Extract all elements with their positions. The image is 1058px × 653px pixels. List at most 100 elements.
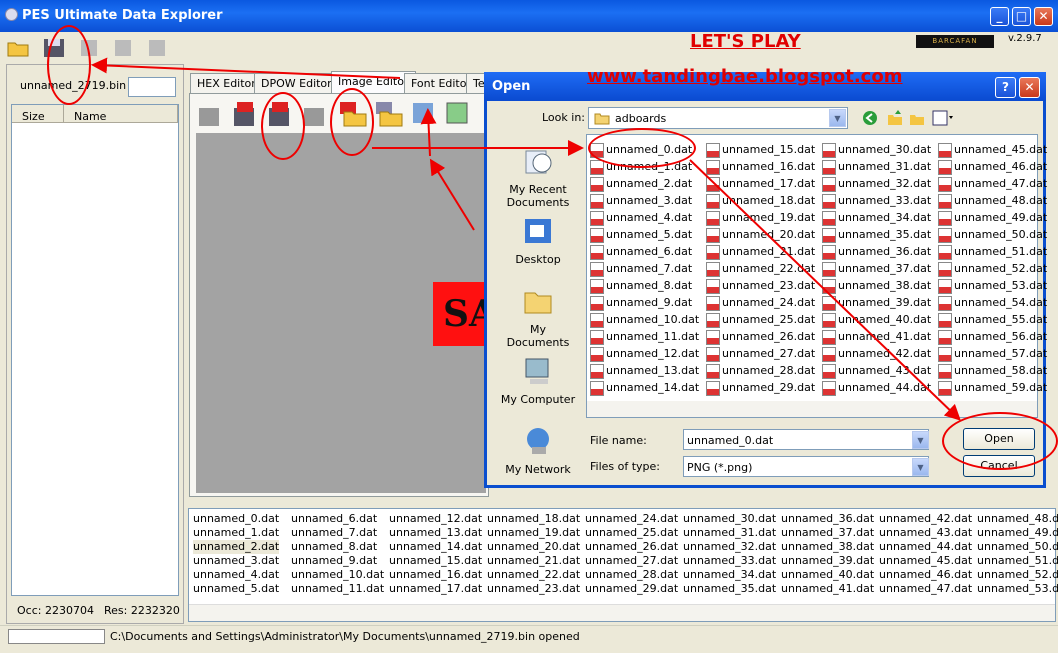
file-item[interactable]: unnamed_50.dat <box>937 226 1047 243</box>
file-item[interactable]: unnamed_16.dat <box>705 158 815 175</box>
list-item[interactable]: unnamed_10.dat <box>291 568 384 582</box>
list-item[interactable]: unnamed_19.dat <box>487 526 580 540</box>
file-item[interactable]: unnamed_44.dat <box>821 379 931 396</box>
list-item[interactable]: unnamed_8.dat <box>291 540 384 554</box>
file-item[interactable]: unnamed_18.dat <box>705 192 815 209</box>
import-icon[interactable] <box>112 37 136 59</box>
file-item[interactable]: unnamed_34.dat <box>821 209 931 226</box>
minimize-button[interactable]: _ <box>990 7 1009 26</box>
chevron-down-icon[interactable]: ▼ <box>912 431 929 449</box>
file-item[interactable]: unnamed_28.dat <box>705 362 815 379</box>
list-item[interactable]: unnamed_41.dat <box>781 582 874 596</box>
tab-hex-editor[interactable]: HEX Editor <box>190 73 263 93</box>
list-item[interactable]: unnamed_49.dat <box>977 526 1058 540</box>
list-item[interactable]: unnamed_18.dat <box>487 512 580 526</box>
file-item[interactable]: unnamed_59.dat <box>937 379 1047 396</box>
list-item[interactable]: unnamed_52.dat <box>977 568 1058 582</box>
list-item[interactable]: unnamed_40.dat <box>781 568 874 582</box>
place-recent[interactable]: My Recent Documents <box>497 145 579 209</box>
file-item[interactable]: unnamed_25.dat <box>705 311 815 328</box>
file-name-input[interactable]: unnamed_0.dat ▼ <box>683 429 929 450</box>
dialog-horizontal-scrollbar[interactable] <box>587 401 1037 417</box>
list-item[interactable]: unnamed_1.dat <box>193 526 279 540</box>
file-item[interactable]: unnamed_9.dat <box>589 294 699 311</box>
list-item[interactable]: unnamed_12.dat <box>389 512 482 526</box>
file-item[interactable]: unnamed_55.dat <box>937 311 1047 328</box>
list-item[interactable]: unnamed_17.dat <box>389 582 482 596</box>
list-item[interactable]: unnamed_11.dat <box>291 582 384 596</box>
list-item[interactable]: unnamed_20.dat <box>487 540 580 554</box>
list-item[interactable]: unnamed_28.dat <box>585 568 678 582</box>
look-in-select[interactable]: adboards ▼ <box>588 107 848 129</box>
file-item[interactable]: unnamed_21.dat <box>705 243 815 260</box>
file-item[interactable]: unnamed_41.dat <box>821 328 931 345</box>
back-icon[interactable] <box>862 110 878 126</box>
list-item[interactable]: unnamed_30.dat <box>683 512 776 526</box>
list-item[interactable]: unnamed_26.dat <box>585 540 678 554</box>
archive-file-list[interactable]: Size Name <box>11 104 179 596</box>
list-item[interactable]: unnamed_9.dat <box>291 554 384 568</box>
file-item[interactable]: unnamed_26.dat <box>705 328 815 345</box>
list-item[interactable]: unnamed_0.dat <box>193 512 279 526</box>
file-item[interactable]: unnamed_15.dat <box>705 141 815 158</box>
chevron-down-icon[interactable]: ▼ <box>912 458 929 476</box>
list-item[interactable]: unnamed_34.dat <box>683 568 776 582</box>
list-item[interactable]: unnamed_46.dat <box>879 568 972 582</box>
file-item[interactable]: unnamed_17.dat <box>705 175 815 192</box>
file-item[interactable]: unnamed_57.dat <box>937 345 1047 362</box>
list-item[interactable]: unnamed_42.dat <box>879 512 972 526</box>
file-item[interactable]: unnamed_58.dat <box>937 362 1047 379</box>
maximize-button[interactable]: □ <box>1012 7 1031 26</box>
file-item[interactable]: unnamed_54.dat <box>937 294 1047 311</box>
list-item[interactable]: unnamed_4.dat <box>193 568 279 582</box>
transfer-icon[interactable] <box>410 100 438 128</box>
replace-icon[interactable] <box>146 37 170 59</box>
file-item[interactable]: unnamed_45.dat <box>937 141 1047 158</box>
palette-grid-icon[interactable] <box>444 100 472 128</box>
file-item[interactable]: unnamed_24.dat <box>705 294 815 311</box>
file-item[interactable]: unnamed_19.dat <box>705 209 815 226</box>
column-name[interactable]: Name <box>64 105 178 123</box>
close-button[interactable]: ✕ <box>1034 7 1053 26</box>
file-type-select[interactable]: PNG (*.png) ▼ <box>683 456 929 477</box>
tab-dpow-editor[interactable]: DPOW Editor <box>254 73 339 93</box>
file-item[interactable]: unnamed_5.dat <box>589 226 699 243</box>
horizontal-scrollbar[interactable] <box>189 604 1055 621</box>
file-item[interactable]: unnamed_20.dat <box>705 226 815 243</box>
list-item[interactable]: unnamed_35.dat <box>683 582 776 596</box>
list-item[interactable]: unnamed_38.dat <box>781 540 874 554</box>
file-item[interactable]: unnamed_51.dat <box>937 243 1047 260</box>
file-item[interactable]: unnamed_52.dat <box>937 260 1047 277</box>
file-item[interactable]: unnamed_23.dat <box>705 277 815 294</box>
import-image-icon[interactable] <box>374 100 404 128</box>
list-item[interactable]: unnamed_25.dat <box>585 526 678 540</box>
place-my-computer[interactable]: My Computer <box>497 355 579 406</box>
list-item[interactable]: unnamed_33.dat <box>683 554 776 568</box>
list-item[interactable]: unnamed_3.dat <box>193 554 279 568</box>
file-item[interactable]: unnamed_40.dat <box>821 311 931 328</box>
list-item[interactable]: unnamed_13.dat <box>389 526 482 540</box>
file-item[interactable]: unnamed_22.dat <box>705 260 815 277</box>
file-item[interactable]: unnamed_53.dat <box>937 277 1047 294</box>
place-desktop[interactable]: Desktop <box>497 215 579 266</box>
list-item[interactable]: unnamed_7.dat <box>291 526 384 540</box>
file-item[interactable]: unnamed_4.dat <box>589 209 699 226</box>
list-item[interactable]: unnamed_24.dat <box>585 512 678 526</box>
list-item[interactable]: unnamed_43.dat <box>879 526 972 540</box>
file-item[interactable]: unnamed_13.dat <box>589 362 699 379</box>
file-item[interactable]: unnamed_35.dat <box>821 226 931 243</box>
place-my-network[interactable]: My Network <box>497 425 579 476</box>
file-item[interactable]: unnamed_14.dat <box>589 379 699 396</box>
up-folder-icon[interactable] <box>886 109 904 127</box>
file-item[interactable]: unnamed_3.dat <box>589 192 699 209</box>
file-item[interactable]: unnamed_39.dat <box>821 294 931 311</box>
file-item[interactable]: unnamed_46.dat <box>937 158 1047 175</box>
save-24bit-icon[interactable] <box>231 100 259 128</box>
file-item[interactable]: unnamed_12.dat <box>589 345 699 362</box>
list-item[interactable]: unnamed_32.dat <box>683 540 776 554</box>
file-item[interactable]: unnamed_29.dat <box>705 379 815 396</box>
file-item[interactable]: unnamed_38.dat <box>821 277 931 294</box>
file-item[interactable]: unnamed_33.dat <box>821 192 931 209</box>
list-item[interactable]: unnamed_27.dat <box>585 554 678 568</box>
list-item[interactable]: unnamed_36.dat <box>781 512 874 526</box>
